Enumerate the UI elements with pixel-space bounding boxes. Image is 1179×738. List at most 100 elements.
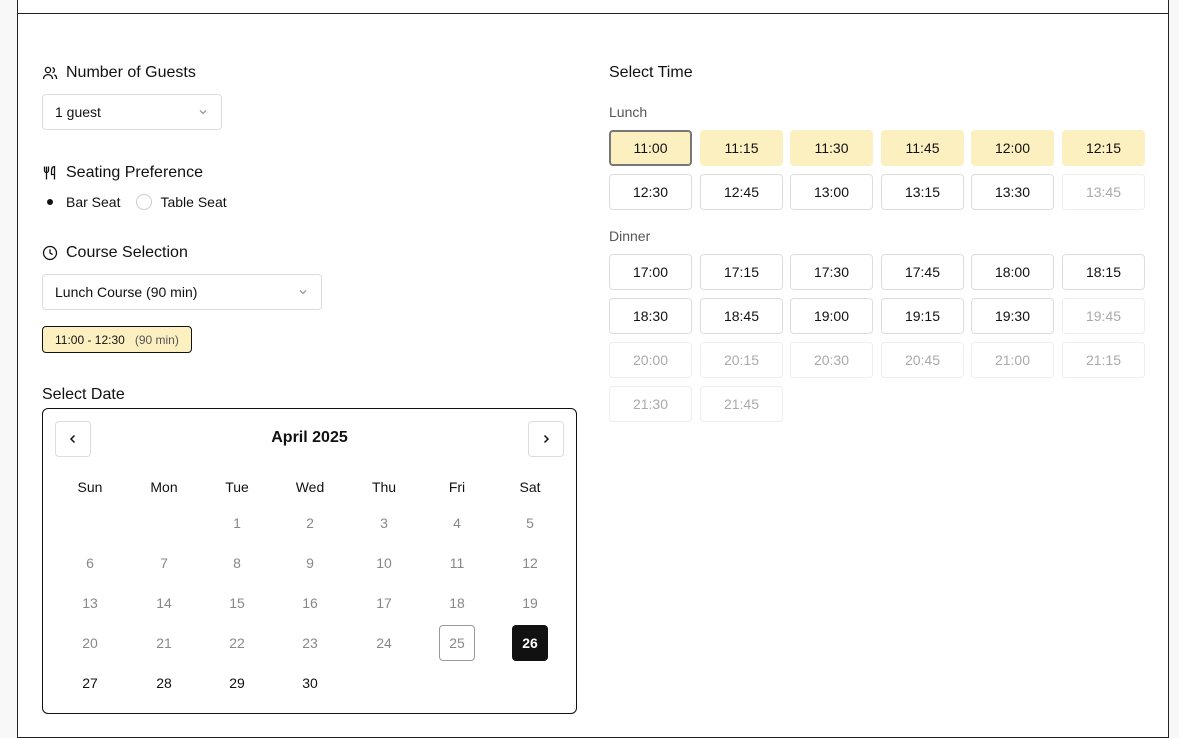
weekday-header: Tue bbox=[225, 479, 249, 495]
time-label-row: Select Time bbox=[609, 64, 693, 82]
calendar-day: 12 bbox=[522, 555, 538, 571]
lunch-time-slot[interactable]: 12:15 bbox=[1062, 130, 1145, 166]
dinner-time-slot: 20:15 bbox=[700, 342, 783, 378]
dinner-time-slot[interactable]: 17:30 bbox=[790, 254, 873, 290]
lunch-time-slot[interactable]: 11:45 bbox=[881, 130, 964, 166]
lunch-time-slot[interactable]: 13:15 bbox=[881, 174, 964, 210]
calendar-day: 17 bbox=[376, 595, 392, 611]
course-value: Lunch Course (90 min) bbox=[55, 284, 198, 300]
calendar: April 2025 Sun Mon Tue Wed Thu Fri Sat 1 2 3 4 5 6 7 8… bbox=[42, 408, 577, 714]
calendar-day: 13 bbox=[82, 595, 98, 611]
lunch-time-slot[interactable]: 11:00 bbox=[609, 130, 692, 166]
utensils-icon bbox=[43, 165, 56, 180]
weekday-header: Mon bbox=[150, 479, 178, 495]
course-duration: (90 min) bbox=[134, 332, 179, 347]
dinner-time-slot[interactable]: 19:15 bbox=[881, 298, 964, 334]
course-select[interactable]: Lunch Course (90 min) bbox=[42, 274, 322, 310]
calendar-day: 1 bbox=[233, 515, 241, 531]
time-title: Select Time bbox=[609, 64, 693, 81]
calendar-day: 3 bbox=[380, 515, 388, 531]
dinner-time-slot: 21:30 bbox=[609, 386, 692, 422]
lunch-time-slot[interactable]: 13:30 bbox=[971, 174, 1054, 210]
dinner-time-slot[interactable]: 17:45 bbox=[881, 254, 964, 290]
calendar-day: 2 bbox=[306, 515, 314, 531]
calendar-month-title: April 2025 bbox=[271, 429, 348, 446]
calendar-day: 5 bbox=[526, 515, 534, 531]
calendar-day: 15 bbox=[229, 595, 245, 611]
weekday-header: Wed bbox=[295, 479, 325, 495]
dinner-time-slot: 21:15 bbox=[1062, 342, 1145, 378]
radio-indicator bbox=[136, 194, 153, 210]
guests-select[interactable]: 1 guest bbox=[42, 94, 222, 130]
calendar-day[interactable]: 29 bbox=[219, 665, 255, 701]
calendar-day: 24 bbox=[376, 635, 392, 651]
calendar-day: 19 bbox=[522, 595, 538, 611]
users-icon bbox=[42, 66, 58, 80]
calendar-day: 9 bbox=[306, 555, 314, 571]
calendar-day: 6 bbox=[86, 555, 94, 571]
dinner-time-slot[interactable]: 19:30 bbox=[971, 298, 1054, 334]
radio-table-seat[interactable]: Table Seat bbox=[136, 194, 227, 210]
calendar-day[interactable]: 30 bbox=[292, 665, 328, 701]
lunch-time-slot[interactable]: 11:15 bbox=[700, 130, 783, 166]
radio-label: Table Seat bbox=[160, 194, 227, 210]
chevron-right-icon bbox=[543, 434, 550, 444]
calendar-day: 7 bbox=[160, 555, 168, 571]
calendar-day: 16 bbox=[302, 595, 318, 611]
weekday-header: Thu bbox=[371, 479, 397, 495]
dinner-time-slot: 21:00 bbox=[971, 342, 1054, 378]
chevron-down-icon bbox=[199, 110, 207, 115]
lunch-time-slot[interactable]: 13:00 bbox=[790, 174, 873, 210]
lunch-time-slot: 13:45 bbox=[1062, 174, 1145, 210]
guests-title: Number of Guests bbox=[66, 64, 196, 81]
calendar-day: 4 bbox=[453, 515, 461, 531]
calendar-day-selected[interactable]: 26 bbox=[512, 625, 548, 661]
calendar-day[interactable]: 28 bbox=[146, 665, 182, 701]
clock-icon bbox=[42, 245, 58, 261]
lunch-time-slot[interactable]: 12:30 bbox=[609, 174, 692, 210]
dinner-time-slot: 19:45 bbox=[1062, 298, 1145, 334]
calendar-day: 8 bbox=[233, 555, 241, 571]
lunch-time-slot[interactable]: 12:45 bbox=[700, 174, 783, 210]
calendar-day: 14 bbox=[156, 595, 172, 611]
guests-label-row: Number of Guests bbox=[42, 64, 196, 82]
weekday-header: Sun bbox=[77, 479, 103, 495]
calendar-day: 25 bbox=[439, 625, 475, 661]
lunch-time-slot[interactable]: 11:30 bbox=[790, 130, 873, 166]
dinner-time-slot: 21:45 bbox=[700, 386, 783, 422]
dinner-time-slot[interactable]: 19:00 bbox=[790, 298, 873, 334]
radio-label: Bar Seat bbox=[66, 194, 121, 210]
calendar-day[interactable]: 27 bbox=[72, 665, 108, 701]
course-label-row: Course Selection bbox=[42, 244, 188, 262]
dinner-time-slot[interactable]: 18:00 bbox=[971, 254, 1054, 290]
seating-label-row: Seating Preference bbox=[42, 164, 203, 182]
dinner-time-slot[interactable]: 18:45 bbox=[700, 298, 783, 334]
course-time-range: 11:00 - 12:30 bbox=[55, 332, 125, 347]
seating-radio-group: Bar Seat Table Seat bbox=[42, 194, 243, 210]
dinner-time-slot[interactable]: 17:15 bbox=[700, 254, 783, 290]
weekday-header: Sat bbox=[519, 479, 541, 495]
calendar-day: 20 bbox=[82, 635, 98, 651]
radio-bar-seat[interactable]: Bar Seat bbox=[42, 194, 120, 210]
date-title: Select Date bbox=[42, 386, 125, 403]
guests-value: 1 guest bbox=[55, 104, 101, 120]
seating-title: Seating Preference bbox=[66, 164, 203, 181]
lunch-label: Lunch bbox=[609, 104, 648, 120]
chevron-down-icon bbox=[299, 290, 307, 295]
lunch-time-slot[interactable]: 12:00 bbox=[971, 130, 1054, 166]
date-label-row: Select Date bbox=[42, 386, 125, 404]
next-month-button[interactable] bbox=[528, 421, 564, 457]
dinner-time-slot: 20:00 bbox=[609, 342, 692, 378]
calendar-day: 23 bbox=[302, 635, 318, 651]
top-divider bbox=[18, 13, 1168, 14]
calendar-day: 22 bbox=[229, 635, 245, 651]
dinner-label: Dinner bbox=[609, 228, 651, 244]
dinner-time-slot: 20:30 bbox=[790, 342, 873, 378]
dinner-time-slot[interactable]: 17:00 bbox=[609, 254, 692, 290]
dinner-time-slot[interactable]: 18:30 bbox=[609, 298, 692, 334]
calendar-day: 11 bbox=[449, 555, 465, 571]
dinner-time-slot: 20:45 bbox=[881, 342, 964, 378]
dinner-time-slot[interactable]: 18:15 bbox=[1062, 254, 1145, 290]
course-time-badge: 11:00 - 12:30 (90 min) bbox=[42, 326, 192, 353]
course-title: Course Selection bbox=[66, 244, 188, 261]
